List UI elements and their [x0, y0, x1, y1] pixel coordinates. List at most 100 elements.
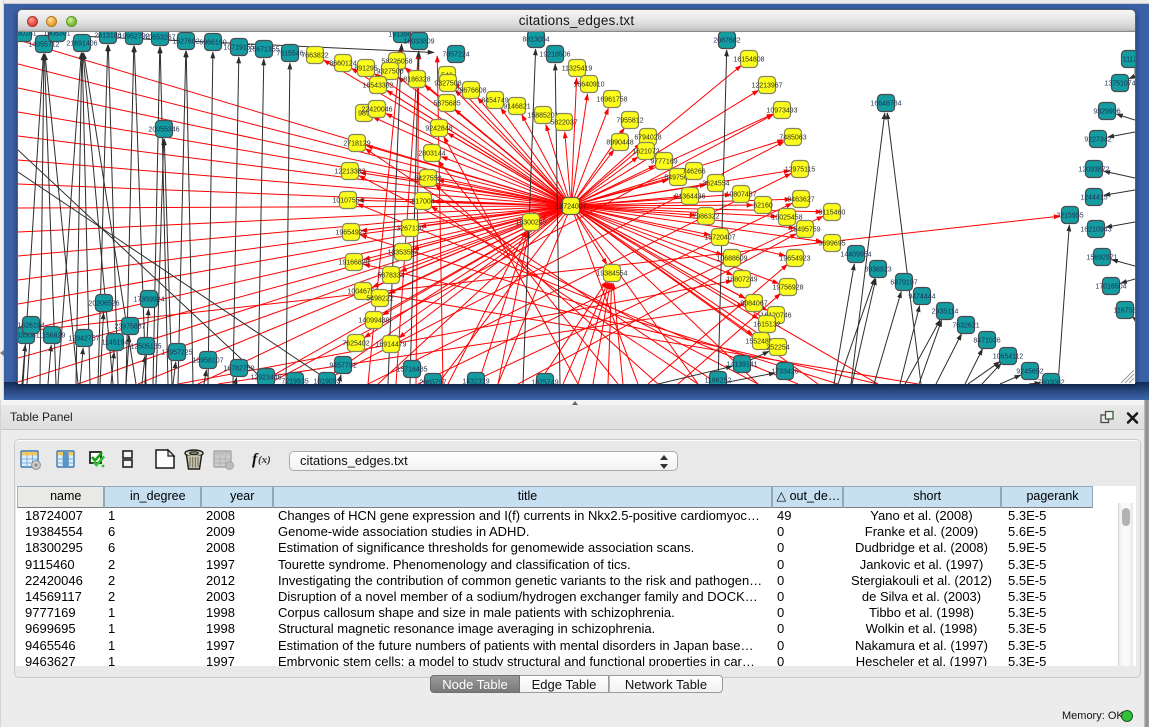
svg-text:10807487: 10807487 [725, 192, 756, 199]
svg-text:11325419: 11325419 [562, 66, 593, 73]
svg-text:8186328: 8186328 [403, 77, 430, 84]
svg-text:18300295: 18300295 [515, 220, 546, 227]
svg-text:12213382: 12213382 [334, 169, 365, 176]
svg-text:14139141: 14139141 [726, 362, 757, 369]
svg-text:1432319: 1432319 [462, 379, 489, 385]
svg-text:16640910: 16640910 [573, 82, 604, 89]
svg-text:9245652: 9245652 [1016, 369, 1043, 376]
svg-text:6794028: 6794028 [634, 135, 661, 142]
svg-text:2935114: 2935114 [932, 309, 959, 316]
svg-text:12093872: 12093872 [1078, 167, 1109, 174]
svg-text:891295: 891295 [354, 66, 377, 73]
svg-text:1244415: 1244415 [1080, 195, 1107, 202]
svg-text:10973493: 10973493 [766, 108, 797, 115]
svg-text:14409954: 14409954 [840, 252, 871, 259]
svg-text:9327508: 9327508 [434, 81, 461, 88]
svg-text:16782759: 16782759 [223, 366, 254, 373]
svg-text:8938923: 8938923 [864, 267, 891, 274]
svg-text:5498222: 5498222 [366, 296, 393, 303]
svg-text:5822037: 5822037 [550, 120, 577, 127]
svg-text:10025458: 10025458 [771, 215, 802, 222]
svg-text:15885201: 15885201 [527, 113, 558, 120]
svg-text:1908301: 1908301 [43, 32, 70, 38]
svg-text:13353594: 13353594 [387, 250, 418, 257]
svg-text:16543382: 16543382 [362, 83, 393, 90]
svg-text:9463627: 9463627 [787, 197, 814, 204]
svg-text:2718129: 2718129 [343, 141, 370, 148]
svg-text:12923446: 12923446 [250, 375, 281, 382]
svg-text:(x): (x) [258, 454, 271, 466]
svg-text:21364436: 21364436 [674, 194, 705, 201]
svg-text:8990448: 8990448 [606, 140, 633, 147]
svg-text:17957225: 17957225 [161, 350, 192, 357]
svg-text:1819093: 1819093 [313, 379, 340, 385]
svg-text:2803144: 2803144 [418, 151, 445, 158]
svg-text:8471036: 8471036 [973, 338, 1000, 345]
svg-text:9242848: 9242848 [425, 126, 452, 133]
svg-text:62160: 62160 [753, 203, 773, 210]
svg-text:3267130: 3267130 [396, 226, 423, 233]
svg-text:9327506: 9327506 [376, 69, 403, 76]
svg-text:13751074: 13751074 [1104, 81, 1135, 88]
svg-text:3624554: 3624554 [702, 181, 729, 188]
svg-text:1615132: 1615132 [753, 322, 780, 329]
svg-text:9227342: 9227342 [1084, 137, 1111, 144]
svg-text:14099489: 14099489 [358, 318, 389, 325]
svg-text:12975115: 12975115 [785, 167, 816, 174]
svg-text:12505135: 12505135 [130, 344, 161, 351]
svg-text:19654923: 19654923 [335, 230, 366, 237]
svg-text:1112: 1112 [1123, 57, 1135, 64]
svg-text:9777169: 9777169 [650, 159, 677, 166]
svg-text:1156829: 1156829 [39, 333, 66, 340]
svg-text:16033809: 16033809 [403, 39, 434, 46]
svg-text:9146821: 9146821 [503, 104, 530, 111]
svg-text:1260181: 1260181 [18, 32, 37, 38]
svg-text:10958107: 10958107 [192, 358, 223, 365]
svg-text:14055712: 14055712 [28, 42, 59, 49]
svg-text:7625402: 7625402 [342, 341, 369, 348]
svg-text:10654112: 10654112 [993, 354, 1024, 361]
svg-text:7986322: 7986322 [692, 214, 719, 221]
svg-text:18724007: 18724007 [555, 204, 586, 211]
svg-text:3215955: 3215955 [1056, 213, 1083, 220]
svg-text:7515546: 7515546 [276, 51, 303, 58]
svg-text:8427552: 8427552 [414, 176, 441, 183]
svg-text:116753: 116753 [1114, 308, 1135, 315]
svg-text:19384554: 19384554 [596, 271, 627, 278]
svg-text:23975887: 23975887 [114, 324, 145, 331]
svg-text:5878334: 5878334 [377, 273, 404, 280]
svg-text:9084067: 9084067 [740, 301, 767, 308]
svg-text:9115460: 9115460 [819, 210, 846, 217]
svg-text:20206526: 20206526 [88, 301, 119, 308]
svg-text:7485063: 7485063 [779, 135, 806, 142]
svg-text:9329906: 9329906 [1093, 109, 1120, 116]
svg-text:817004: 817004 [411, 199, 434, 206]
svg-text:17359924: 17359924 [133, 297, 164, 304]
svg-text:1733426: 1733426 [771, 369, 798, 376]
svg-text:252254: 252254 [766, 345, 789, 352]
svg-text:5875685: 5875685 [433, 101, 460, 108]
svg-text:7603082: 7603082 [1037, 380, 1064, 385]
svg-text:16648784: 16648784 [870, 101, 901, 108]
svg-text:19756928: 19756928 [772, 285, 803, 292]
svg-text:15720407: 15720407 [704, 235, 735, 242]
svg-text:15716485: 15716485 [396, 367, 427, 374]
svg-text:1145194: 1145194 [102, 340, 129, 347]
svg-text:16671355: 16671355 [248, 47, 279, 54]
svg-text:7955812: 7955812 [616, 118, 643, 125]
svg-text:20055346: 20055346 [148, 127, 179, 134]
svg-text:17016504: 17016504 [1095, 284, 1126, 291]
svg-text:12213967: 12213967 [751, 83, 782, 90]
svg-text:7663822: 7663822 [301, 53, 328, 60]
svg-text:7219935: 7219935 [281, 379, 308, 385]
svg-text:746266: 746266 [682, 169, 705, 176]
svg-text:22420046: 22420046 [361, 107, 392, 114]
svg-text:16210943: 16210943 [1080, 227, 1111, 234]
svg-text:16914479: 16914479 [375, 342, 406, 349]
svg-text:12942757: 12942757 [68, 336, 99, 343]
svg-text:1875749: 1875749 [531, 380, 558, 385]
svg-text:9474444: 9474444 [908, 294, 935, 301]
svg-text:9457791: 9457791 [329, 363, 356, 370]
svg-text:7632621: 7632621 [952, 323, 979, 330]
svg-text:6879197: 6879197 [890, 280, 917, 287]
